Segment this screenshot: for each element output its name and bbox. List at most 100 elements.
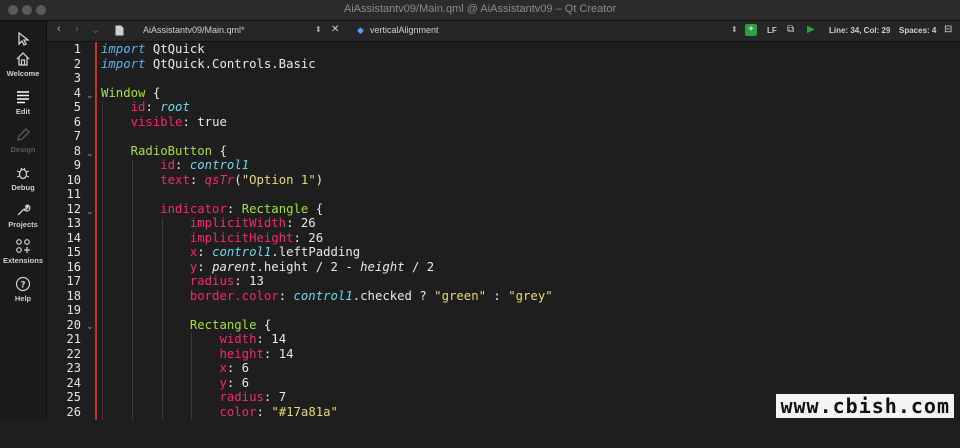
sidebar-item-label: Design (10, 145, 36, 154)
code-line: indicator: Rectangle { (160, 201, 324, 216)
fold-chevron-icon[interactable]: ⌄ (86, 148, 94, 159)
code-line: id: control1 (160, 158, 250, 172)
line-number: 8 (73, 143, 81, 158)
code-line: import QtQuick.Controls.Basic (101, 56, 316, 71)
line-number: 7 (73, 129, 81, 143)
extensions-icon (16, 239, 30, 253)
code-line: y: parent.height / 2 - height / 2 (189, 259, 435, 274)
line-number: 13 (66, 216, 81, 230)
watermark: www.cbish.com (776, 394, 954, 418)
code-line: Window { (101, 85, 161, 100)
code-line: implicitWidth: 26 (189, 216, 316, 230)
line-ending-selector[interactable]: LF (767, 26, 777, 35)
sidebar-item-debug[interactable]: Debug (0, 165, 46, 192)
line-number: 24 (66, 375, 81, 390)
bookmark-icon[interactable]: ▶ (807, 24, 815, 35)
line-number: 25 (66, 390, 81, 404)
code-line: border.color: control1.checked ? "green"… (189, 288, 553, 303)
symbol-icon: ◆ (357, 25, 364, 35)
sidebar-item-label: Help (14, 294, 32, 303)
close-document-icon[interactable]: ✕ (331, 24, 339, 35)
chevron-down-icon[interactable]: ⌄ (91, 23, 100, 36)
indentation-selector[interactable]: Spaces: 4 (899, 26, 936, 35)
mode-sidebar: Welcome Edit Design Debug Projects Exten… (0, 21, 47, 420)
line-number: 26 (66, 404, 81, 419)
code-line: import QtQuick (101, 42, 205, 56)
code-line: x: control1.leftPadding (189, 245, 361, 259)
sidebar-item-design[interactable]: Design (0, 127, 46, 154)
line-number: 10 (66, 172, 81, 187)
code-line: RadioButton { (130, 143, 227, 158)
line-number: 20 (66, 317, 81, 332)
design-icon (17, 128, 30, 141)
line-number: 3 (73, 71, 81, 85)
file-selector[interactable]: AiAssistantv09/Main.qml* (143, 25, 245, 35)
fold-chevron-icon[interactable]: ⌄ (86, 90, 94, 101)
code-line: id: root (130, 100, 190, 114)
debug-icon (16, 167, 30, 180)
sidebar-item-welcome[interactable]: Welcome (0, 51, 46, 78)
sidebar-item-label: Extensions (2, 256, 43, 265)
line-number: 19 (66, 303, 81, 317)
line-number: 4 (73, 85, 81, 100)
code-line: implicitHeight: 26 (189, 230, 324, 245)
code-line: height: 14 (219, 346, 294, 361)
editor-toolbar: ‹ › ⌄ AiAssistantv09/Main.qml* ⬍ ✕ ◆ ver… (47, 21, 960, 42)
sidebar-item-help[interactable]: ? Help (0, 276, 46, 303)
title-bar: AiAssistantv09/Main.qml @ AiAssistantv09… (0, 0, 960, 21)
home-icon (16, 52, 30, 66)
line-number: 11 (66, 187, 81, 201)
line-number: 5 (73, 100, 81, 114)
line-number: 21 (66, 332, 81, 346)
encoding-icon[interactable]: ⧉ (787, 24, 794, 35)
line-number: 15 (66, 245, 81, 259)
code-line: width: 14 (219, 332, 287, 346)
sidebar-item-edit[interactable]: Edit (0, 89, 46, 116)
projects-icon (17, 204, 31, 216)
help-icon: ? (15, 276, 31, 292)
fold-chevron-icon[interactable]: ⌄ (86, 321, 94, 332)
code-line: Rectangle { (189, 317, 272, 332)
line-number: 1 (73, 42, 81, 56)
code-editor[interactable]: 1 2 3 4 5 6 7 8 9 10 11 12 13 14 15 16 17 18 19 20 21 22 23 24 2… (47, 42, 960, 420)
sidebar-item-label: Projects (8, 220, 38, 229)
code-line: y: 6 (219, 375, 250, 390)
symbol-selector-arrows-icon[interactable]: ⬍ (731, 25, 738, 34)
code-line: visible: true (130, 114, 227, 129)
add-cursor-icon[interactable]: + (745, 24, 757, 36)
line-number: 12 (66, 201, 81, 216)
sidebar-item-label: Debug (11, 183, 35, 192)
split-editor-icon[interactable]: ⊟ (944, 24, 952, 35)
code-line: text: qsTr("Option 1") (160, 172, 324, 187)
file-selector-arrows-icon[interactable]: ⬍ (315, 25, 322, 34)
svg-text:?: ? (20, 281, 25, 291)
cursor-position[interactable]: Line: 34, Col: 29 (829, 26, 890, 35)
change-indicator (95, 42, 97, 420)
sidebar-item-label: Welcome (6, 69, 40, 78)
back-icon[interactable]: ‹ (57, 23, 61, 35)
code-area[interactable]: import QtQuick import QtQuick.Controls.B… (101, 42, 960, 420)
file-icon (115, 25, 124, 36)
code-line: radius: 13 (189, 274, 264, 288)
cursor-mode-icon[interactable] (0, 31, 46, 49)
line-number: 17 (66, 274, 81, 288)
code-line: x: 6 (219, 361, 250, 375)
code-line: radius: 7 (219, 390, 287, 404)
forward-icon[interactable]: › (75, 23, 79, 35)
line-number: 14 (66, 230, 81, 245)
sidebar-item-extensions[interactable]: Extensions (0, 238, 46, 265)
edit-icon (17, 91, 29, 104)
line-number: 23 (66, 361, 81, 375)
pointer-icon (18, 31, 30, 46)
line-number: 22 (66, 346, 81, 361)
code-line: color: "#17a81a" (219, 404, 338, 419)
line-number-gutter: 1 2 3 4 5 6 7 8 9 10 11 12 13 14 15 16 17 18 19 20 21 22 23 24 2… (47, 42, 83, 420)
sidebar-item-projects[interactable]: Projects (0, 202, 46, 229)
line-number: 6 (73, 114, 81, 129)
fold-chevron-icon[interactable]: ⌄ (86, 206, 94, 217)
sidebar-item-label: Edit (15, 107, 31, 116)
line-number: 9 (73, 158, 81, 172)
symbol-selector[interactable]: verticalAlignment (370, 25, 439, 35)
line-number: 18 (66, 288, 81, 303)
line-number: 16 (66, 259, 81, 274)
